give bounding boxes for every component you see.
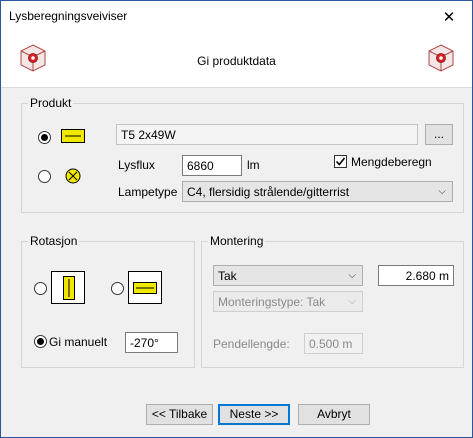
- mengdeberegn-label: Mengdeberegn: [351, 155, 432, 169]
- product-cube-icon: [428, 44, 454, 72]
- chevron-down-icon: ⌵: [438, 186, 446, 197]
- rotation-group-label: Rotasjon: [28, 234, 80, 248]
- lampetype-value: C4, flersidig strålende/gitterrist: [187, 185, 350, 199]
- product-group-label: Produkt: [28, 96, 74, 110]
- title-bar: Lysberegningsveiviser ✕: [1, 1, 472, 32]
- rotation-manual-radio[interactable]: [34, 335, 47, 348]
- mounting-subtype-value: Monteringstype: Tak: [218, 295, 326, 309]
- cancel-button[interactable]: Avbryt: [298, 404, 370, 425]
- rotation-manual-label: Gi manuelt: [49, 335, 108, 349]
- lampetype-select[interactable]: C4, flersidig strålende/gitterrist ⌵: [182, 181, 453, 202]
- page-title: Gi produktdata: [197, 54, 276, 68]
- mounting-type-value: Tak: [218, 269, 237, 283]
- lysflux-label: Lysflux: [118, 158, 155, 172]
- check-icon: [335, 157, 346, 166]
- close-button[interactable]: ✕: [426, 1, 472, 32]
- lysflux-input[interactable]: 6860: [182, 155, 242, 176]
- lamp-bulb-icon: [65, 168, 81, 184]
- pendel-label: Pendellengde:: [213, 337, 290, 351]
- mengdeberegn-checkbox[interactable]: [334, 155, 347, 168]
- chevron-down-icon: ⌵: [348, 270, 356, 281]
- wizard-window: Lysberegningsveiviser ✕ Gi produktdata P…: [0, 0, 473, 438]
- rotation-vertical-radio[interactable]: [34, 282, 47, 295]
- luminaire-vertical-icon: [51, 271, 85, 304]
- product-name-field[interactable]: T5 2x49W: [116, 124, 418, 145]
- browse-button[interactable]: ...: [425, 124, 453, 145]
- mounting-subtype-select: Monteringstype: Tak ⌵: [213, 291, 363, 312]
- mounting-type-select[interactable]: Tak ⌵: [213, 265, 363, 286]
- chevron-down-icon: ⌵: [348, 296, 356, 307]
- fluorescent-tube-icon: [61, 129, 85, 143]
- pendel-input: 0.500 m: [304, 333, 363, 354]
- rotation-manual-input[interactable]: -270°: [125, 332, 178, 353]
- product-lamp-radio[interactable]: [38, 170, 51, 183]
- product-tube-radio[interactable]: [38, 131, 51, 144]
- mounting-group-label: Montering: [208, 234, 266, 248]
- back-button[interactable]: << Tilbake: [146, 404, 213, 425]
- lysflux-unit: lm: [247, 158, 260, 172]
- wizard-header: Gi produktdata: [1, 32, 472, 88]
- luminaire-horizontal-icon: [128, 271, 162, 304]
- next-button[interactable]: Neste >>: [218, 404, 290, 425]
- window-title: Lysberegningsveiviser: [9, 9, 128, 23]
- lampetype-label: Lampetype: [118, 185, 178, 199]
- close-icon: ✕: [442, 8, 456, 26]
- mounting-height-input[interactable]: 2.680 m: [378, 265, 454, 286]
- rotation-horizontal-radio[interactable]: [111, 282, 124, 295]
